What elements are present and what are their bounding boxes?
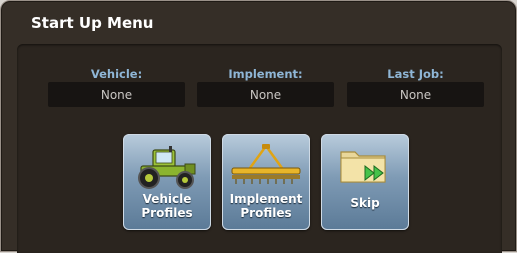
implement-profiles-button[interactable]: Implement Profiles	[222, 134, 310, 230]
implement-label: Implement:	[228, 67, 303, 81]
menu-title: Start Up Menu	[31, 14, 154, 32]
tractor-icon	[138, 146, 196, 189]
implement-value: None	[197, 82, 334, 107]
skip-label: Skip	[350, 196, 380, 210]
folder-skip-icon	[340, 151, 386, 183]
vehicle-label: Vehicle:	[90, 67, 143, 81]
implement-profiles-label: Implement Profiles	[229, 192, 303, 220]
implement-icon	[231, 144, 301, 184]
last-job-value: None	[347, 82, 484, 107]
vehicle-profiles-label: Vehicle Profiles	[141, 192, 193, 220]
last-job-label: Last Job:	[387, 67, 444, 81]
vehicle-value: None	[48, 82, 185, 107]
vehicle-profiles-button[interactable]: Vehicle Profiles	[123, 134, 211, 230]
skip-button[interactable]: Skip	[321, 134, 409, 230]
